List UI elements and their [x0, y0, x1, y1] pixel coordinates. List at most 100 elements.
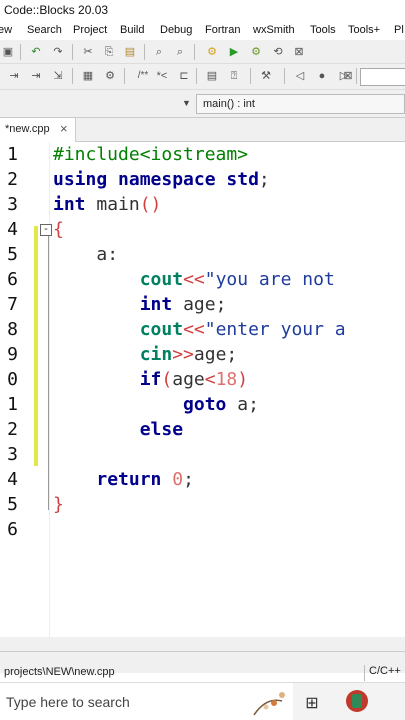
rebuild-icon[interactable]: ⟲	[270, 44, 286, 60]
tab-new-cpp[interactable]: *new.cpp ×	[0, 118, 76, 142]
doxy-icon[interactable]: ⊏	[176, 68, 192, 84]
debug-toolbar: ⇥ ⇥ ⇲ ▦ ⚙ /** *< ⊏ ▤ ⍰ ⚒ ◁ ● ▷ ⊠	[0, 64, 405, 90]
line-number: 3	[7, 444, 18, 465]
code-text: cout<<"enter your a	[139, 319, 346, 340]
chevron-down-icon[interactable]: ▼	[182, 98, 191, 108]
find-icon[interactable]: ⌕	[151, 44, 167, 60]
menu-plugins[interactable]: Pl	[394, 24, 404, 36]
code-line: 6 cout<<"you are not	[0, 269, 405, 294]
build-and-run-icon[interactable]: ⚙	[248, 44, 264, 60]
cut-icon[interactable]: ✂	[80, 44, 96, 60]
line-number: 9	[7, 344, 18, 365]
line-number: 8	[7, 319, 18, 340]
code-editor[interactable]: - 1 #include<iostream> 2 using namespace…	[0, 142, 405, 637]
menu-tools[interactable]: Tools	[310, 24, 336, 36]
code-text: }	[53, 494, 64, 515]
file-path: projects\NEW\new.cpp	[4, 666, 115, 678]
menu-project[interactable]: Project	[73, 24, 107, 36]
line-number: 1	[7, 144, 18, 165]
horizontal-scrollbar[interactable]	[0, 637, 405, 651]
code-text: else	[139, 419, 184, 440]
code-line: 1 #include<iostream>	[0, 144, 405, 169]
debug-start-icon[interactable]: ⇥	[6, 68, 22, 84]
toolbar-separator	[72, 68, 73, 84]
toolbar-search-input[interactable]	[360, 68, 405, 86]
code-line: 8 cout<<"enter your a	[0, 319, 405, 344]
run-icon[interactable]: ▶	[226, 44, 242, 60]
code-text: a:	[96, 244, 119, 265]
code-text: if(age<18)	[139, 369, 249, 390]
code-line: 0 if(age<18)	[0, 369, 405, 394]
code-line: 3 int main()	[0, 194, 405, 219]
function-scope-select[interactable]: main() : int	[196, 94, 405, 114]
prev-bookmark-icon[interactable]: ◁	[292, 68, 308, 84]
doxywizard-icon[interactable]: ▤	[204, 68, 220, 84]
line-number: 4	[7, 469, 18, 490]
menu-view[interactable]: ew	[0, 24, 12, 36]
line-number: 2	[7, 169, 18, 190]
search-placeholder: Type here to search	[6, 694, 130, 710]
code-line: 9 cin>>age;	[0, 344, 405, 369]
clear-search-icon[interactable]: ⊠	[340, 68, 356, 84]
line-number: 5	[7, 244, 18, 265]
code-line: 4 {	[0, 219, 405, 244]
toolbar-separator	[194, 44, 195, 60]
toolbar-separator	[250, 68, 251, 84]
menu-build[interactable]: Build	[120, 24, 144, 36]
abort-icon[interactable]: ⊠	[291, 44, 307, 60]
title-bar: Code::Blocks 20.03	[0, 0, 405, 22]
line-number: 6	[7, 519, 18, 540]
tab-label: *new.cpp	[5, 123, 50, 135]
comment-icon[interactable]: /**	[132, 68, 154, 84]
line-number: 3	[7, 194, 18, 215]
menu-fortran[interactable]: Fortran	[205, 24, 240, 36]
toggle-bookmark-icon[interactable]: ●	[314, 68, 330, 84]
paste-icon[interactable]: ▤	[122, 44, 138, 60]
wrench-icon[interactable]: ⚒	[258, 68, 274, 84]
debug-windows-icon[interactable]: ▦	[80, 68, 96, 84]
menu-debug[interactable]: Debug	[160, 24, 192, 36]
toolbar-separator	[20, 44, 21, 60]
language-indicator: C/C++	[364, 665, 405, 681]
code-text: #include<iostream>	[53, 144, 249, 165]
uncomment-icon[interactable]: *<	[154, 68, 170, 84]
code-text: goto a;	[183, 394, 259, 415]
redo-icon[interactable]: ↷	[50, 44, 66, 60]
taskbar-search-input[interactable]: Type here to search	[0, 683, 293, 720]
code-line: 2 else	[0, 419, 405, 444]
code-line: 1 goto a;	[0, 394, 405, 419]
code-line: 7 int age;	[0, 294, 405, 319]
save-all-icon[interactable]: ▣	[0, 44, 16, 60]
close-icon[interactable]: ×	[60, 121, 68, 136]
windows-taskbar: Type here to search ⊞	[0, 682, 405, 720]
replace-icon[interactable]: ⌕	[172, 44, 188, 60]
status-bar: projects\NEW\new.cpp C/C++	[0, 651, 405, 681]
code-line: 4 return 0;	[0, 469, 405, 494]
undo-icon[interactable]: ↶	[28, 44, 44, 60]
next-line-icon[interactable]: ⇲	[50, 68, 66, 84]
debug-info-icon[interactable]: ⚙	[102, 68, 118, 84]
code-line: 5 }	[0, 494, 405, 519]
menu-search[interactable]: Search	[27, 24, 62, 36]
codeblocks-app-icon-overlay	[352, 694, 362, 708]
main-toolbar: ▣ ↶ ↷ ✂ ⎘ ▤ ⌕ ⌕ ⚙ ▶ ⚙ ⟲ ⊠	[0, 40, 405, 64]
menu-tools-plus[interactable]: Tools+	[348, 24, 380, 36]
copy-icon[interactable]: ⎘	[101, 44, 117, 60]
menu-wxsmith[interactable]: wxSmith	[253, 24, 295, 36]
task-view-icon[interactable]: ⊞	[302, 693, 322, 712]
toolbar-separator	[144, 44, 145, 60]
code-line: 5 a:	[0, 244, 405, 269]
line-number: 1	[7, 394, 18, 415]
search-highlight-illustration	[253, 692, 285, 716]
line-number: 4	[7, 219, 18, 240]
menu-bar: ew Search Project Build Debug Fortran wx…	[0, 22, 405, 40]
code-text: int main()	[53, 194, 162, 215]
code-line: 6	[0, 519, 405, 544]
build-gear-icon[interactable]: ⚙	[204, 44, 220, 60]
line-number: 0	[7, 369, 18, 390]
code-text: int age;	[139, 294, 227, 315]
code-completion-bar: ▼ main() : int	[0, 90, 405, 118]
extract-icon[interactable]: ⍰	[226, 68, 242, 84]
line-number: 2	[7, 419, 18, 440]
run-to-cursor-icon[interactable]: ⇥	[28, 68, 44, 84]
